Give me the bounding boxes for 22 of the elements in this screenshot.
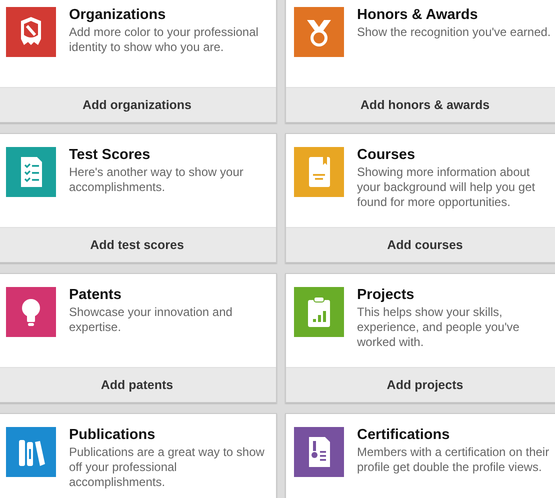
card-title: Patents [69, 287, 122, 303]
add-button[interactable]: Add organizations [0, 87, 276, 122]
card-title: Projects [357, 287, 416, 303]
add-button[interactable]: Add honors & awards [286, 87, 555, 122]
card-description: Show the recognition you've earned. [357, 25, 551, 40]
card-title: Certifications [357, 427, 451, 443]
card-description: Add more color to your professional identity to show who you are. [69, 25, 260, 55]
add-button[interactable]: Add projects [286, 367, 555, 402]
card-description: This helps show your skills, experience, and people you've worked with. [357, 305, 520, 350]
card-title: Organizations [69, 7, 167, 23]
card-title: Courses [357, 147, 416, 163]
card-title: Honors & Awards [357, 7, 479, 23]
add-button[interactable]: Add courses [286, 227, 555, 262]
card-description: Here's another way to show your accomplishments. [69, 165, 244, 195]
card-description: Showing more information about your background will help you get found for more opportunities. [357, 165, 536, 210]
card-description: Members with a certification on their profile get double the profile views. [357, 445, 550, 475]
add-button[interactable]: Add patents [0, 367, 276, 402]
card-title: Test Scores [69, 147, 152, 163]
add-button[interactable]: Add test scores [0, 227, 276, 262]
card-title: Publications [69, 427, 156, 443]
card-description: Publications are a great way to show off your professional accomplishments. [69, 445, 266, 490]
card-description: Showcase your innovation and expertise. [69, 305, 234, 335]
